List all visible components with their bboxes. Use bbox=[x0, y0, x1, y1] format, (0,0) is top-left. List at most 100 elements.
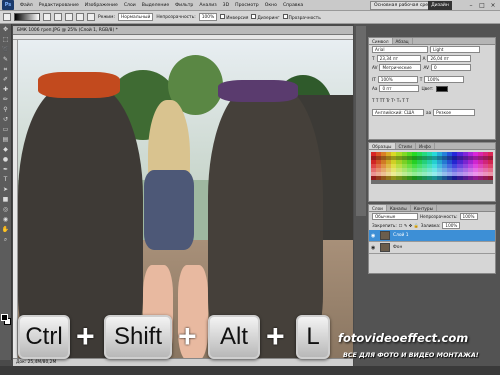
eraser-tool-icon[interactable]: ▭ bbox=[1, 125, 11, 134]
blur-tool-icon[interactable]: ◆ bbox=[1, 145, 11, 154]
diamond-gradient-icon[interactable] bbox=[87, 13, 95, 21]
status-bar: Док: 25,4M/80,2M bbox=[13, 358, 353, 366]
document-tab[interactable]: БМК 1006 греп.JPG @ 25% (Слой 1, RGB/8) … bbox=[13, 26, 353, 35]
color-swatches[interactable] bbox=[1, 314, 11, 326]
zoom-tool-icon[interactable]: ⌕ bbox=[1, 235, 11, 244]
shape-tool-icon[interactable]: ■ bbox=[1, 195, 11, 204]
tab-swatches[interactable]: Образцы bbox=[369, 143, 396, 149]
plus-sign: + bbox=[76, 318, 95, 354]
swatches-panel-tabs: Образцы Стили Инфо bbox=[369, 143, 495, 150]
design-workspace-button[interactable]: Дизайн bbox=[428, 1, 452, 10]
quick-select-tool-icon[interactable]: ✎ bbox=[1, 55, 11, 64]
menu-file[interactable]: Файл bbox=[17, 3, 36, 8]
foreground-color[interactable] bbox=[1, 314, 8, 321]
eyedropper-tool-icon[interactable]: ✐ bbox=[1, 75, 11, 84]
kerning-select[interactable]: Метрические bbox=[379, 64, 422, 71]
menu-image[interactable]: Изображение bbox=[82, 3, 121, 8]
visibility-eye-icon[interactable]: ◉ bbox=[371, 233, 377, 239]
font-size-input[interactable]: 23,34 пт bbox=[376, 55, 421, 62]
menu-window[interactable]: Окно bbox=[262, 3, 280, 8]
move-tool-icon[interactable]: ✥ bbox=[1, 25, 11, 34]
3d-orbit-tool-icon[interactable]: ◉ bbox=[1, 215, 11, 224]
tab-character[interactable]: Символ bbox=[369, 38, 393, 44]
transparency-checkbox[interactable] bbox=[282, 13, 288, 19]
dither-checkbox[interactable] bbox=[251, 13, 257, 19]
visibility-eye-icon[interactable]: ◉ bbox=[371, 245, 377, 251]
tab-channels[interactable]: Каналы bbox=[387, 205, 411, 211]
radial-gradient-icon[interactable] bbox=[54, 13, 62, 21]
menu-help[interactable]: Справка bbox=[280, 3, 306, 8]
menu-layers[interactable]: Слои bbox=[121, 3, 139, 8]
tracking-input[interactable]: 0 bbox=[430, 64, 471, 71]
layer-opacity-input[interactable]: 100% bbox=[459, 213, 478, 220]
menu-view[interactable]: Просмотр bbox=[232, 3, 262, 8]
mode-select[interactable]: Нормальный bbox=[117, 13, 154, 21]
fill-input[interactable]: 100% bbox=[442, 222, 461, 229]
hand-tool-icon[interactable]: ✋ bbox=[1, 225, 11, 234]
invert-option[interactable]: Инверсия bbox=[220, 13, 248, 21]
crop-tool-icon[interactable]: ⌗ bbox=[1, 65, 11, 74]
layer-row-layer1[interactable]: ◉ Слой 1 bbox=[369, 230, 495, 242]
layer-row-background[interactable]: ◉ Фон bbox=[369, 242, 495, 254]
swatch-grid[interactable] bbox=[369, 150, 495, 186]
menu-edit[interactable]: Редактирование bbox=[36, 3, 82, 8]
key-alt: Alt bbox=[208, 315, 260, 359]
3d-rotate-tool-icon[interactable]: ◎ bbox=[1, 205, 11, 214]
marquee-tool-icon[interactable]: ⬚ bbox=[1, 35, 11, 44]
transparency-option[interactable]: Прозрачность bbox=[282, 13, 321, 21]
tab-layers[interactable]: Слои bbox=[369, 205, 387, 211]
gradient-tool-icon bbox=[3, 13, 11, 21]
text-color-swatch[interactable] bbox=[435, 85, 448, 92]
tools-panel: ✥ ⬚ ➰ ✎ ⌗ ✐ ✚ ✏ ⚲ ↺ ▭ ▤ ◆ ● ✒ T ➤ ■ ◎ ◉ … bbox=[0, 24, 12, 360]
angle-gradient-icon[interactable] bbox=[65, 13, 73, 21]
lasso-tool-icon[interactable]: ➰ bbox=[1, 45, 11, 54]
brush-tool-icon[interactable]: ✏ bbox=[1, 95, 11, 104]
baseline-input[interactable]: 0 пт bbox=[379, 85, 420, 92]
clone-stamp-tool-icon[interactable]: ⚲ bbox=[1, 105, 11, 114]
horizontal-scale-input[interactable]: 100% bbox=[424, 76, 465, 83]
faux-styles[interactable]: T T TT Tr T¹ T₁ T T bbox=[372, 98, 409, 103]
invert-checkbox[interactable] bbox=[220, 13, 226, 19]
color-swatch[interactable] bbox=[487, 180, 493, 184]
baseline-icon: Aa bbox=[372, 86, 378, 91]
path-select-tool-icon[interactable]: ➤ bbox=[1, 185, 11, 194]
tab-styles[interactable]: Стили bbox=[396, 143, 416, 149]
menu-3d[interactable]: 3D bbox=[220, 3, 232, 8]
antialias-select[interactable]: Резкое bbox=[433, 109, 476, 116]
healing-tool-icon[interactable]: ✚ bbox=[1, 85, 11, 94]
layer-thumbnail bbox=[380, 231, 390, 240]
gradient-picker[interactable] bbox=[14, 13, 40, 21]
font-family-select[interactable]: Arial bbox=[372, 46, 428, 53]
transparency-label: Прозрачность bbox=[288, 15, 321, 21]
layers-panel: Слои Каналы Контуры Обычные Непрозрачнос… bbox=[368, 204, 496, 274]
type-tool-icon[interactable]: T bbox=[1, 175, 11, 184]
key-shift: Shift bbox=[104, 315, 172, 359]
dither-option[interactable]: Дизеринг bbox=[251, 13, 280, 21]
language-select[interactable]: Английский: США bbox=[372, 109, 424, 116]
history-brush-tool-icon[interactable]: ↺ bbox=[1, 115, 11, 124]
menu-analysis[interactable]: Анализ bbox=[196, 3, 219, 8]
lock-icons[interactable]: ☐ ✎ ✥ 🔒 bbox=[399, 223, 419, 229]
minimize-button[interactable]: – bbox=[466, 1, 476, 10]
font-style-select[interactable]: Light bbox=[430, 46, 480, 53]
blend-mode-select[interactable]: Обычные bbox=[372, 213, 418, 220]
gradient-tool-button-icon[interactable]: ▤ bbox=[1, 135, 11, 144]
pen-tool-icon[interactable]: ✒ bbox=[1, 165, 11, 174]
tab-paragraph[interactable]: Абзац bbox=[393, 38, 413, 44]
vertical-scale-input[interactable]: 100% bbox=[377, 76, 418, 83]
reflected-gradient-icon[interactable] bbox=[76, 13, 84, 21]
menu-filter[interactable]: Фильтр bbox=[172, 3, 196, 8]
menu-select[interactable]: Выделение bbox=[139, 3, 172, 8]
photo-person-top bbox=[144, 170, 194, 250]
layer-opacity-label: Непрозрачность: bbox=[420, 214, 458, 219]
document-canvas[interactable] bbox=[18, 40, 353, 358]
leading-input[interactable]: 26,04 пт bbox=[427, 55, 472, 62]
linear-gradient-icon[interactable] bbox=[43, 13, 51, 21]
opacity-input[interactable]: 100% bbox=[198, 13, 218, 21]
layer-thumbnail bbox=[380, 243, 390, 252]
tab-info[interactable]: Инфо bbox=[416, 143, 435, 149]
maximize-button[interactable]: □ bbox=[477, 1, 487, 10]
close-button[interactable]: × bbox=[488, 1, 498, 10]
tab-paths[interactable]: Контуры bbox=[411, 205, 437, 211]
dodge-tool-icon[interactable]: ● bbox=[1, 155, 11, 164]
